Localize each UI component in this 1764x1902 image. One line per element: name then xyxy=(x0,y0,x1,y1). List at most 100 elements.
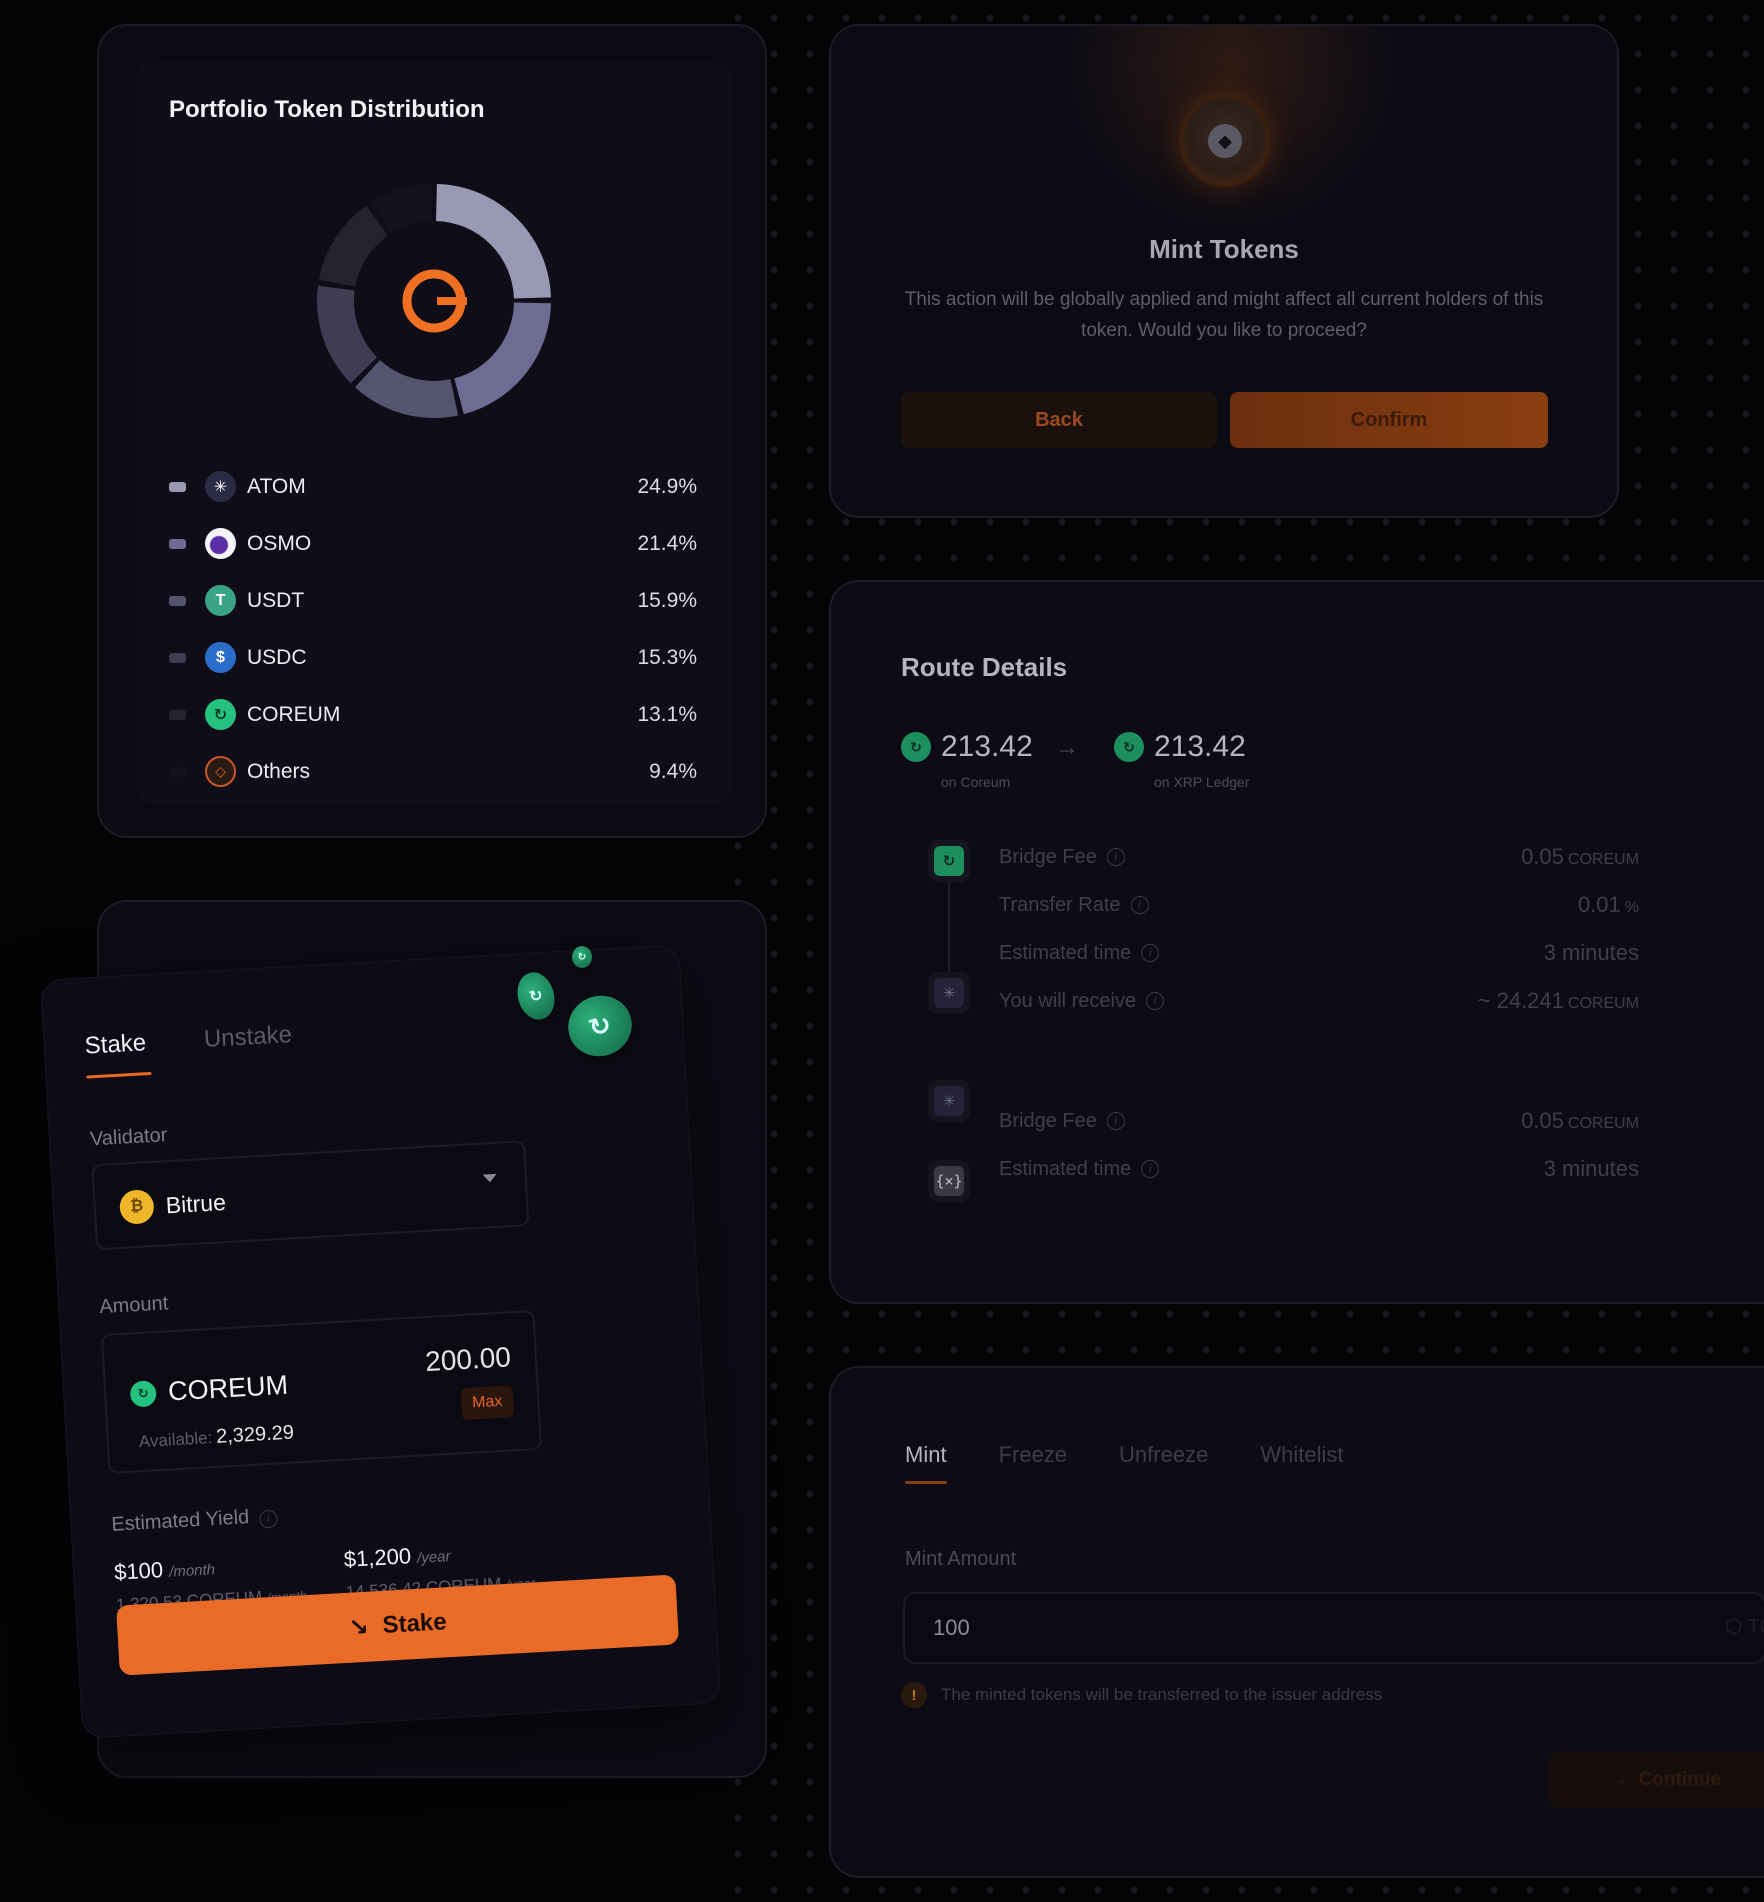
warning-text: The minted tokens will be transferred to… xyxy=(941,1685,1383,1704)
available-balance: Available: 2,329.29 xyxy=(138,1421,295,1452)
row-bridge-fee-2: Bridge Fee i 0.05 COREUM xyxy=(999,1106,1639,1136)
token-name: USDT xyxy=(247,588,305,612)
info-icon[interactable]: i xyxy=(1130,896,1149,914)
confirm-button[interactable]: Confirm xyxy=(1230,392,1548,448)
donut-slice-usdt xyxy=(354,359,459,418)
legend-row-usdt: T USDT 15.9% xyxy=(169,572,697,629)
route-title: Route Details xyxy=(901,652,1068,682)
mint-amount-input[interactable] xyxy=(905,1594,1465,1662)
dialog-title: Mint Tokens xyxy=(1149,234,1299,264)
portfolio-card: Portfolio Token Distribution ✳ ATOM 24.9… xyxy=(97,24,767,838)
token-name: OSMO xyxy=(247,531,312,555)
row-label: Bridge Fee xyxy=(999,1109,1097,1132)
tab-freeze[interactable]: Freeze xyxy=(999,1442,1067,1468)
amount-field[interactable]: ↻ COREUM Available: 2,329.29 200.00 Max xyxy=(100,1309,543,1474)
coreum-icon: ↻ xyxy=(205,699,236,730)
token-name: COREUM xyxy=(167,1369,289,1407)
legend-swatch xyxy=(169,538,186,549)
usdt-icon: T xyxy=(205,585,236,616)
validator-name: Bitrue xyxy=(165,1188,227,1218)
osmo-icon xyxy=(205,528,236,559)
from-amount: ↻ 213.42 on Coreum xyxy=(901,730,1033,790)
tab-whitelist[interactable]: Whitelist xyxy=(1260,1442,1343,1468)
legend-row-others: ◇ Others 9.4% xyxy=(169,743,697,800)
token-name: Others xyxy=(247,759,311,783)
token-suffix: ⬡ TOK xyxy=(1725,1616,1764,1638)
floating-coreum-coin-icon: ↻ xyxy=(572,946,592,968)
row-bridge-fee: Bridge Fee i 0.05 COREUM xyxy=(999,842,1639,872)
from-amount-value: 213.42 xyxy=(941,730,1033,763)
validator-selected: ₿ Bitrue xyxy=(118,1185,227,1225)
to-amount-value: 213.42 xyxy=(1154,730,1246,763)
validator-select[interactable]: ₿ Bitrue xyxy=(91,1140,530,1251)
others-icon: ◇ xyxy=(205,756,236,787)
row-you-will-receive: You will receive i ~ 24.241 COREUM xyxy=(999,986,1639,1016)
info-icon[interactable]: i xyxy=(1146,992,1165,1010)
row-label: Estimated time xyxy=(999,941,1132,964)
max-button[interactable]: Max xyxy=(460,1385,515,1421)
chevron-down-icon xyxy=(482,1173,497,1183)
from-chain: on Coreum xyxy=(941,774,1011,790)
row-estimated-time-2: Estimated time i 3 minutes xyxy=(999,1154,1639,1184)
mint-warning: ! The minted tokens will be transferred … xyxy=(901,1682,1382,1708)
atom-icon: ✳ xyxy=(934,978,964,1008)
to-chain: on XRP Ledger xyxy=(1154,774,1250,790)
info-icon[interactable]: i xyxy=(1106,848,1125,866)
token-action-tabs: Mint Freeze Unfreeze Whitelist xyxy=(905,1442,1395,1484)
token-percent: 9.4% xyxy=(649,759,697,783)
portfolio-title: Portfolio Token Distribution xyxy=(169,96,485,123)
legend-swatch xyxy=(169,709,186,720)
coreum-logo-icon xyxy=(402,269,467,333)
donut-slice-osmo xyxy=(454,302,551,415)
info-icon[interactable]: i xyxy=(1141,944,1160,962)
tab-unfreeze[interactable]: Unfreeze xyxy=(1119,1442,1208,1468)
amount-value[interactable]: 200.00 xyxy=(424,1341,511,1378)
info-icon[interactable]: i xyxy=(1106,1112,1125,1130)
token-coin-icon: ◆ xyxy=(1182,98,1268,184)
token-percent: 13.1% xyxy=(637,702,697,726)
info-icon[interactable]: i xyxy=(1141,1160,1160,1178)
atom-icon: ✳ xyxy=(205,471,236,502)
continue-button[interactable]: → Continue xyxy=(1549,1752,1764,1808)
row-transfer-rate: Transfer Rate i 0.01% xyxy=(999,890,1639,920)
token-name: COREUM xyxy=(247,702,341,726)
row-value: 0.05 COREUM xyxy=(1521,1108,1639,1133)
donut-slice-coreum xyxy=(318,205,388,287)
row-label: Transfer Rate xyxy=(999,893,1121,916)
mint-amount-label: Mint Amount xyxy=(905,1548,1017,1570)
row-value: 3 minutes xyxy=(1543,940,1639,965)
mint-tokens-dialog: ◆ Mint Tokens This action will be global… xyxy=(829,24,1619,518)
to-amount: ↻ 213.42 on XRP Ledger xyxy=(1114,730,1249,790)
tab-mint[interactable]: Mint xyxy=(905,1442,947,1484)
token-percent: 24.9% xyxy=(637,474,697,498)
token-name: USDC xyxy=(247,645,307,669)
row-label: You will receive xyxy=(999,989,1137,1012)
bitrue-icon: ₿ xyxy=(118,1189,155,1225)
mint-form-card: Mint Freeze Unfreeze Whitelist Mint Amou… xyxy=(829,1366,1764,1878)
stake-tabs: Stake Unstake xyxy=(84,1018,351,1061)
legend-swatch xyxy=(169,481,186,492)
info-icon[interactable]: i xyxy=(258,1509,278,1529)
mint-amount-field: ⬡ TOK xyxy=(903,1592,1764,1664)
legend-row-osmo: OSMO 21.4% xyxy=(169,515,697,572)
legend-swatch xyxy=(169,652,186,663)
legend-row-atom: ✳ ATOM 24.9% xyxy=(169,458,697,515)
estimated-yield-label: Estimated Yield i xyxy=(111,1505,278,1537)
coreum-icon: ↻ xyxy=(901,732,931,762)
donut-slice-usdc xyxy=(317,285,378,384)
legend-swatch xyxy=(169,766,186,777)
token-percent: 15.9% xyxy=(637,588,697,612)
route-step-coreum: ↻ xyxy=(928,840,970,882)
route-step-atom: ✳ xyxy=(928,972,970,1014)
token-percent: 21.4% xyxy=(637,531,697,555)
token-legend: ✳ ATOM 24.9% OSMO 21.4% T USDT 15.9% $ U… xyxy=(169,458,697,800)
row-value: 3 minutes xyxy=(1543,1156,1639,1181)
tab-unstake[interactable]: Unstake xyxy=(203,1021,292,1054)
tab-stake[interactable]: Stake xyxy=(84,1029,147,1060)
dialog-message: This action will be globally applied and… xyxy=(904,289,1544,341)
row-value: ~ 24.241 COREUM xyxy=(1477,988,1639,1013)
route-step-xrp: {×} xyxy=(928,1160,970,1202)
coreum-icon: ↻ xyxy=(1114,732,1144,762)
row-label: Bridge Fee xyxy=(999,845,1097,868)
back-button[interactable]: Back xyxy=(901,392,1217,448)
